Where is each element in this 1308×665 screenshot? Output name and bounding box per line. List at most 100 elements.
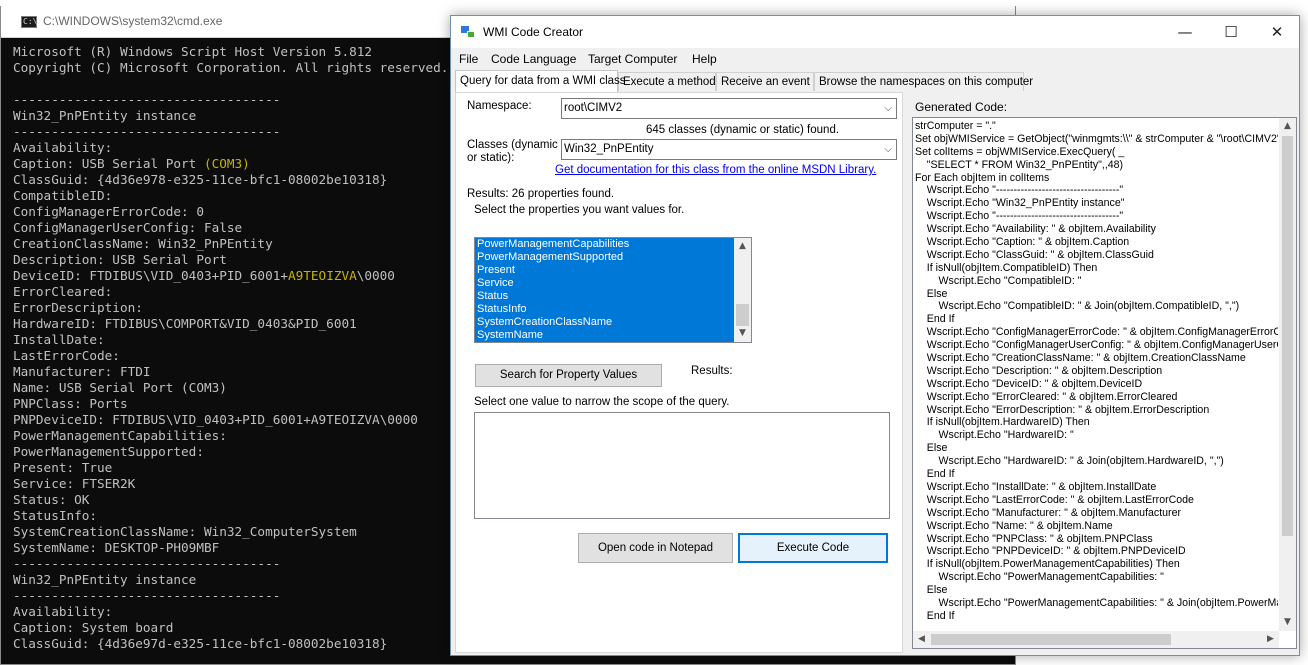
code-line: "SELECT * FROM Win32_PnPEntity",,48) xyxy=(915,158,1124,171)
wmi-title-bar[interactable]: WMI Code Creator — ☐ ✕ xyxy=(451,16,1299,48)
code-line: Wscript.Echo "ErrorDescription: " & objI… xyxy=(915,403,1210,416)
code-line: Wscript.Echo "InstallDate: " & objItem.I… xyxy=(915,480,1157,493)
code-line: Wscript.Echo "ConfigManagerUserConfig: "… xyxy=(915,339,1278,352)
menu-bar: File Code Language Target Computer Help xyxy=(451,48,1299,70)
code-line: Else xyxy=(915,442,948,455)
code-line: End If xyxy=(915,468,955,481)
code-line: Wscript.Echo "DeviceID: " & objItem.Devi… xyxy=(915,377,1143,390)
chevron-down-icon: ⌵ xyxy=(884,103,892,114)
code-line: Else xyxy=(915,584,948,597)
property-list-item[interactable]: Status xyxy=(475,290,735,303)
code-line: Wscript.Echo "--------------------------… xyxy=(915,184,1124,197)
generated-code-textbox[interactable]: strComputer = "." Set objWMIService = Get… xyxy=(912,117,1297,649)
query-panel: Namespace: root\CIMV2 ⌵ 645 classes (dyn… xyxy=(455,92,903,653)
code-line: Else xyxy=(915,287,948,300)
code-line: If isNull(objItem.CompatibleID) Then xyxy=(915,261,1098,274)
property-list-item[interactable]: Service xyxy=(475,277,735,290)
menu-target-computer[interactable]: Target Computer xyxy=(588,52,677,66)
code-line: Wscript.Echo "Description: " & objItem.D… xyxy=(915,364,1163,377)
tab-browse-namespaces[interactable]: Browse the namespaces on this computer xyxy=(814,72,1033,91)
code-line: Wscript.Echo "HardwareID: " & Join(objIt… xyxy=(915,455,1224,468)
property-list-item[interactable]: SystemCreationClassName xyxy=(475,316,735,329)
code-line: Wscript.Echo "CompatibleID: " & Join(obj… xyxy=(915,300,1240,313)
tab-query-wmi-class[interactable]: Query for data from a WMI class xyxy=(455,70,626,92)
highlighted-token: (COM3) xyxy=(203,156,250,171)
generated-code-label: Generated Code: xyxy=(915,100,1008,114)
tab-execute-method[interactable]: Execute a method xyxy=(618,72,716,91)
properties-items: PowerManagementCapabilities PowerManageme… xyxy=(475,238,751,342)
scroll-up-icon[interactable]: ▲ xyxy=(734,238,751,255)
code-lines: strComputer = "." Set objWMIService = Get… xyxy=(915,120,1278,630)
minimize-button[interactable]: — xyxy=(1162,16,1208,48)
namespace-combo[interactable]: root\CIMV2 ⌵ xyxy=(561,98,897,119)
properties-listbox[interactable]: PowerManagementCapabilities PowerManageme… xyxy=(474,237,752,343)
chevron-down-icon: ⌵ xyxy=(884,144,892,155)
code-line: End If xyxy=(915,609,955,622)
property-list-item[interactable]: SystemName xyxy=(475,329,735,342)
classes-label-line2: or static): xyxy=(467,152,515,164)
scroll-down-icon[interactable]: ▼ xyxy=(734,325,751,342)
select-properties-label: Select the properties you want values fo… xyxy=(474,204,685,216)
namespace-label: Namespace: xyxy=(467,100,532,112)
close-button[interactable]: ✕ xyxy=(1254,16,1299,48)
classes-combo[interactable]: Win32_PnPEntity ⌵ xyxy=(561,139,897,160)
wmi-app-icon xyxy=(461,26,475,38)
code-vertical-scrollbar[interactable]: ▲ ▼ xyxy=(1279,118,1296,631)
results-properties-label: Results: 26 properties found. xyxy=(467,188,615,200)
code-line: Wscript.Echo "Manufacturer: " & objItem.… xyxy=(915,506,1181,519)
classes-label-line1: Classes (dynamic xyxy=(467,139,558,151)
scroll-down-icon[interactable]: ▼ xyxy=(1279,614,1296,631)
search-property-values-button[interactable]: Search for Property Values xyxy=(475,364,662,387)
code-line: Wscript.Echo "Win32_PnPEntity instance" xyxy=(915,197,1125,210)
code-line: For Each objItem in colItems xyxy=(915,171,1050,184)
results-label: Results: xyxy=(691,365,733,377)
property-list-item[interactable]: StatusInfo xyxy=(475,303,735,316)
cmd-icon: C:\ xyxy=(21,16,38,28)
code-line: Wscript.Echo "PNPDeviceID: " & objItem.P… xyxy=(915,545,1186,558)
code-line: Wscript.Echo "--------------------------… xyxy=(915,210,1124,223)
msdn-documentation-link[interactable]: Get documentation for this class from th… xyxy=(555,164,876,176)
scroll-up-icon[interactable]: ▲ xyxy=(1279,118,1296,135)
menu-help[interactable]: Help xyxy=(692,52,717,66)
wmi-window-title: WMI Code Creator xyxy=(483,25,584,39)
code-line: Wscript.Echo "ConfigManagerErrorCode: " … xyxy=(915,326,1278,339)
classes-found-text: 645 classes (dynamic or static) found. xyxy=(646,124,840,136)
code-line: Wscript.Echo "CompatibleID: " xyxy=(915,274,1082,287)
code-line: Wscript.Echo "ClassGuid: " & objItem.Cla… xyxy=(915,248,1154,261)
properties-scrollbar[interactable]: ▲ ▼ xyxy=(734,238,751,342)
code-line: strComputer = "." xyxy=(915,120,996,132)
scroll-thumb[interactable] xyxy=(736,304,749,326)
code-line: If isNull(objItem.PowerManagementCapabil… xyxy=(915,558,1180,571)
scroll-thumb[interactable] xyxy=(931,634,1171,645)
code-line: End If xyxy=(915,313,955,326)
code-line: Wscript.Echo "ErrorCleared: " & objItem.… xyxy=(915,390,1178,403)
tab-receive-event[interactable]: Receive an event xyxy=(716,72,814,91)
code-line: Wscript.Echo "PNPClass: " & objItem.PNPC… xyxy=(915,532,1153,545)
code-line: Set objWMIService = GetObject("winmgmts:… xyxy=(915,132,1278,145)
menu-code-language[interactable]: Code Language xyxy=(491,52,576,66)
code-line: Wscript.Echo "PowerManagementCapabilitie… xyxy=(915,571,1164,584)
code-horizontal-scrollbar[interactable]: ◀ ▶ xyxy=(913,631,1279,648)
narrow-scope-label: Select one value to narrow the scope of … xyxy=(474,396,730,408)
code-line: Wscript.Echo "LastErrorCode: " & objItem… xyxy=(915,493,1194,506)
property-list-item[interactable]: PowerManagementCapabilities xyxy=(475,238,735,251)
namespace-value: root\CIMV2 xyxy=(564,102,623,114)
menu-file[interactable]: File xyxy=(459,52,478,66)
scroll-right-icon[interactable]: ▶ xyxy=(1262,631,1279,648)
code-line: Wscript.Echo "Availability: " & objItem.… xyxy=(915,223,1156,236)
code-line: Set colItems = objWMIService.ExecQuery( … xyxy=(915,145,1125,158)
property-values-list[interactable] xyxy=(474,412,890,519)
property-list-item[interactable]: PowerManagementSupported xyxy=(475,251,735,264)
maximize-button[interactable]: ☐ xyxy=(1208,16,1254,48)
code-line: Wscript.Echo "HardwareID: " xyxy=(915,429,1074,442)
scroll-thumb[interactable] xyxy=(1282,136,1293,536)
wmi-code-creator-window: WMI Code Creator — ☐ ✕ File Code Languag… xyxy=(450,15,1300,656)
code-line: Wscript.Echo "Caption: " & objItem.Capti… xyxy=(915,236,1130,249)
code-line: Wscript.Echo "PowerManagementCapabilitie… xyxy=(938,596,1278,609)
scroll-left-icon[interactable]: ◀ xyxy=(913,631,930,648)
code-line: If isNull(objItem.HardwareID) Then xyxy=(915,416,1090,429)
open-in-notepad-button[interactable]: Open code in Notepad xyxy=(578,533,733,563)
code-line: Wscript.Echo "CreationClassName: " & obj… xyxy=(915,352,1246,365)
execute-code-button[interactable]: Execute Code xyxy=(738,533,888,563)
property-list-item[interactable]: Present xyxy=(475,264,735,277)
